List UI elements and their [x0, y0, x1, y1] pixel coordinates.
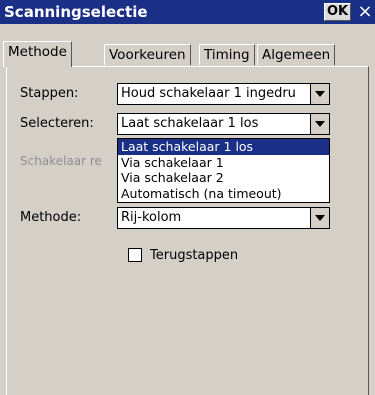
methode-label: Methode: — [20, 210, 82, 225]
schakelaar-label: Schakelaar re — [20, 154, 102, 168]
selecteren-value: Laat schakelaar 1 los — [121, 116, 259, 131]
methode-value: Rij-kolom — [121, 210, 182, 225]
stappen-label: Stappen: — [20, 86, 79, 101]
terugstappen-label: Terugstappen — [150, 248, 239, 263]
dropdown-option[interactable]: Laat schakelaar 1 los — [118, 139, 329, 155]
window-title: Scanningselectie — [4, 3, 148, 21]
tab-methode[interactable]: Methode — [3, 41, 72, 67]
dropdown-option[interactable]: Via schakelaar 1 — [118, 155, 329, 171]
selecteren-dropdown-list: Laat schakelaar 1 los Via schakelaar 1 V… — [117, 138, 330, 203]
tab-timing[interactable]: Timing — [199, 44, 255, 65]
stappen-combobox[interactable]: Houd schakelaar 1 ingedrukt — [117, 83, 330, 105]
terugstappen-checkbox[interactable] — [128, 248, 142, 262]
dialog-panel: Methode Voorkeuren Timing Algemeen Stapp… — [0, 24, 375, 395]
dropdown-option[interactable]: Via schakelaar 2 — [118, 170, 329, 186]
chevron-down-icon[interactable] — [310, 114, 329, 134]
chevron-down-icon[interactable] — [310, 84, 329, 104]
stappen-value: Houd schakelaar 1 ingedrukt — [121, 86, 297, 101]
selecteren-label: Selecteren: — [20, 116, 94, 131]
dropdown-option[interactable]: Automatisch (na timeout) — [118, 186, 329, 202]
tab-algemeen[interactable]: Algemeen — [257, 44, 336, 65]
chevron-down-icon[interactable] — [310, 208, 329, 228]
tab-voorkeuren[interactable]: Voorkeuren — [104, 44, 191, 65]
title-bar: Scanningselectie OK × — [0, 0, 375, 24]
selecteren-combobox[interactable]: Laat schakelaar 1 los — [117, 113, 330, 135]
ok-button[interactable]: OK — [324, 3, 351, 21]
methode-combobox[interactable]: Rij-kolom — [117, 207, 330, 229]
close-icon[interactable]: × — [355, 2, 375, 22]
